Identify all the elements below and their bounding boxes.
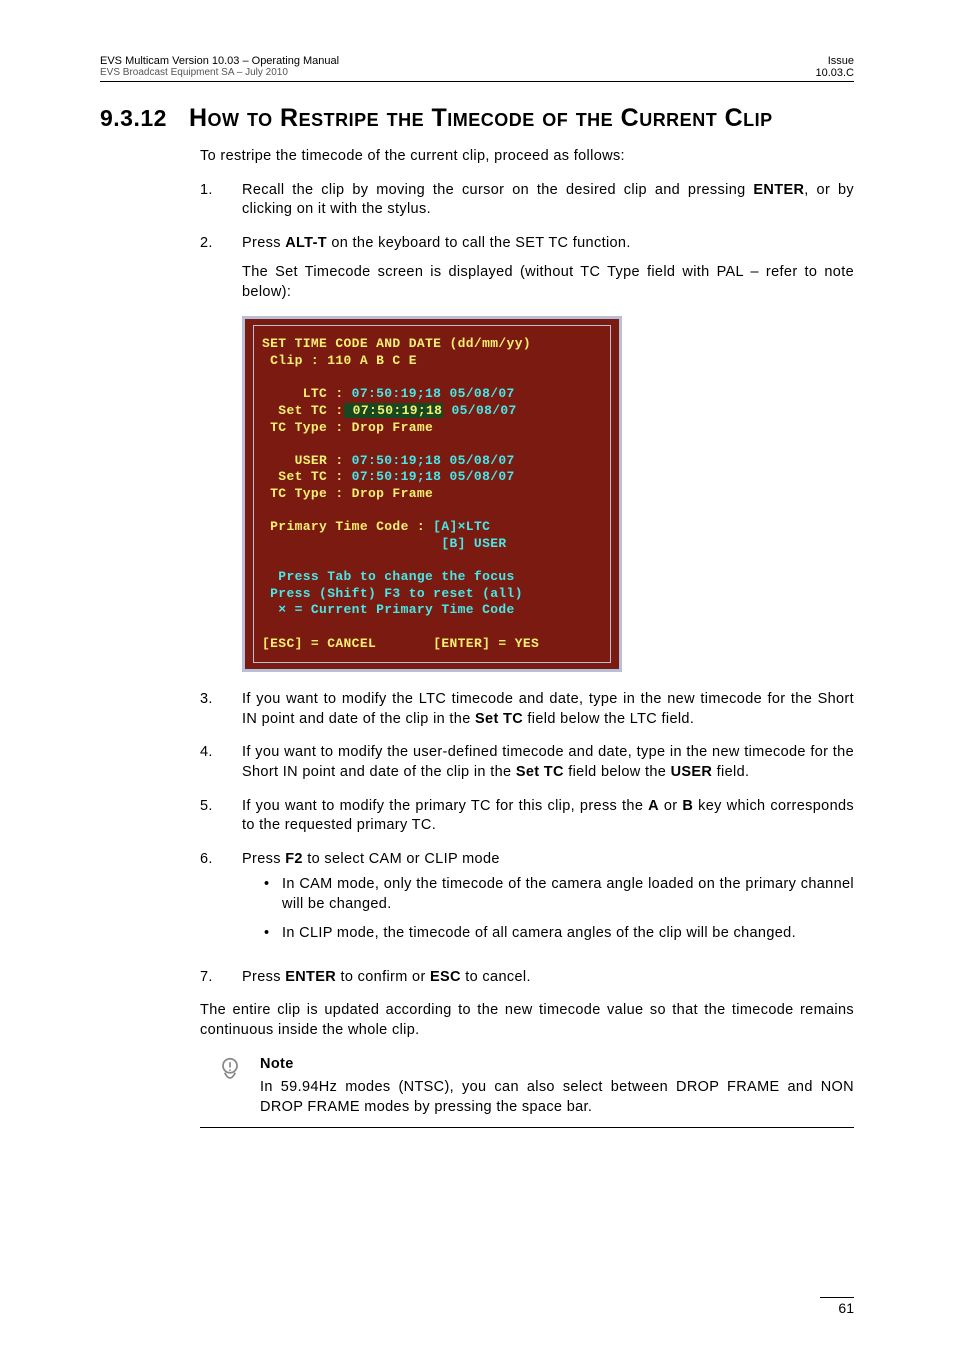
note-icon [200,1055,260,1118]
steps-list-cont: 3. If you want to modify the LTC timecod… [200,690,854,987]
section-title: How to Restripe the Timecode of the Curr… [189,104,773,133]
note-heading: Note [260,1055,854,1075]
step-6: 6. Press F2 to select CAM or CLIP mode I… [200,850,854,954]
step-4: 4. If you want to modify the user-define… [200,743,854,782]
closing-text: The entire clip is updated according to … [200,1001,854,1040]
screen-enter: [ENTER] = YES [433,636,539,651]
set-timecode-screen-content: SET TIME CODE AND DATE (dd/mm/yy) Clip :… [253,325,611,663]
section-number: 9.3.12 [100,105,167,132]
step-5: 5. If you want to modify the primary TC … [200,797,854,836]
page-number: 61 [820,1297,854,1316]
header-title: EVS Multicam Version 10.03 – Operating M… [100,55,339,67]
screen-esc: [ESC] = CANCEL [262,636,376,651]
page-header: EVS Multicam Version 10.03 – Operating M… [100,55,854,82]
screen-clip: Clip : 110 A B C E [270,353,417,368]
step-1: 1. Recall the clip by moving the cursor … [200,181,854,220]
section-heading: 9.3.12 How to Restripe the Timecode of t… [100,104,854,133]
note-body: In 59.94Hz modes (NTSC), you can also se… [260,1079,854,1115]
step-2: 2. Press ALT-T on the keyboard to call t… [200,234,854,303]
steps-list: 1. Recall the clip by moving the cursor … [200,181,854,303]
intro-text: To restripe the timecode of the current … [200,147,854,167]
screen-title: SET TIME CODE AND DATE (dd/mm/yy) [262,336,531,351]
header-subline: EVS Broadcast Equipment SA – July 2010 [100,67,339,78]
step-3: 3. If you want to modify the LTC timecod… [200,690,854,729]
step-6-bullets: In CAM mode, only the timecode of the ca… [264,875,854,944]
header-issue-label: Issue [815,55,854,67]
header-issue-value: 10.03.C [815,67,854,79]
note-block: Note In 59.94Hz modes (NTSC), you can al… [200,1055,854,1129]
step-7: 7. Press ENTER to confirm or ESC to canc… [200,968,854,988]
set-timecode-screen: SET TIME CODE AND DATE (dd/mm/yy) Clip :… [242,316,622,672]
